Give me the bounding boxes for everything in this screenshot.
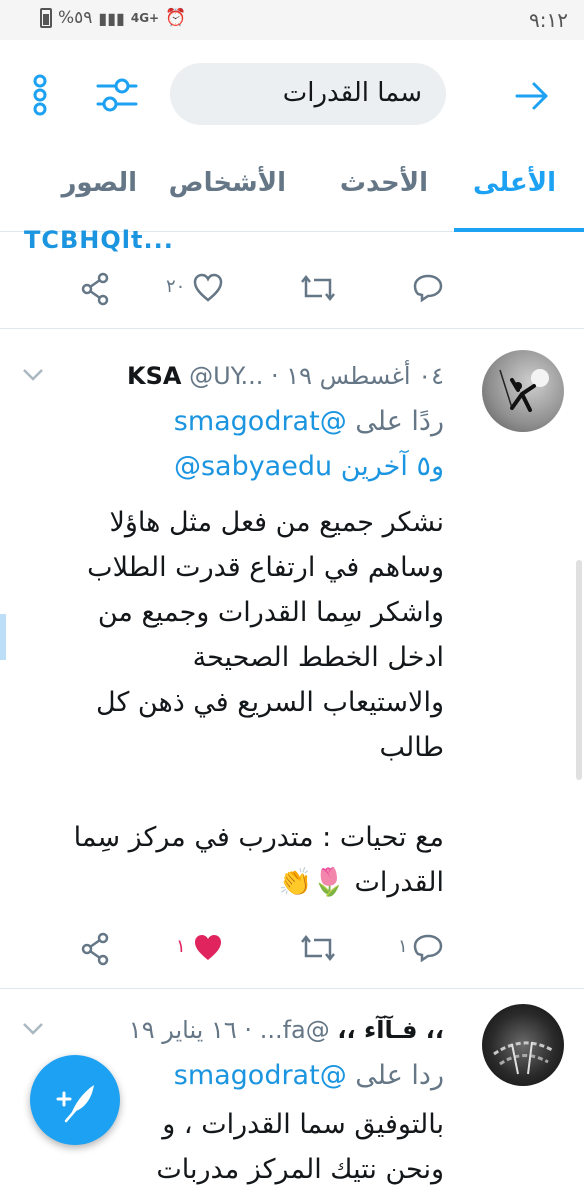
back-arrow-icon[interactable] (514, 80, 550, 112)
network-type: 4G+ (130, 11, 160, 25)
avatar[interactable] (482, 350, 564, 432)
battery-icon (40, 8, 52, 28)
reply-context-2: @sabyaedu و٥ آخرين (174, 451, 444, 482)
search-input[interactable]: سما القدرات (170, 63, 446, 125)
tab-photos[interactable]: الصور (61, 168, 137, 198)
filter-settings-icon[interactable] (96, 76, 138, 114)
status-bar: %٥٩ ▮▮▮ 4G+ ⏰ ٩:١٢ (0, 0, 584, 40)
author-name[interactable]: ،، فـآآء ،، (337, 1016, 444, 1044)
retweet-icon[interactable] (300, 272, 336, 304)
tweet-divider (0, 988, 584, 989)
avatar-image (499, 369, 549, 412)
signal-icon: ▮▮▮ (98, 8, 125, 28)
tab-latest[interactable]: الأحدث (340, 168, 428, 198)
reply-context: ردًا على @smagodrat (174, 406, 444, 437)
reply-icon[interactable] (412, 932, 444, 964)
mention-link[interactable]: @sabyaedu (174, 451, 332, 482)
like-count: ١ (176, 936, 186, 957)
alarm-icon: ⏰ (165, 8, 187, 28)
mention-link[interactable]: @smagodrat (174, 1060, 347, 1091)
previous-tweet-actions: ٢٠ (0, 266, 584, 316)
status-time: ٩:١٢ (529, 8, 568, 32)
status-left: %٥٩ ▮▮▮ 4G+ ⏰ (40, 8, 186, 28)
tweet-divider (0, 328, 584, 329)
tweet-date: ١٦ يناير ١٩ (128, 1016, 237, 1044)
chevron-down-icon[interactable] (22, 1022, 44, 1036)
chevron-down-icon[interactable] (22, 368, 44, 382)
tweet-text: نشكر جميع من فعل مثل هاؤلا وساهم في ارتف… (73, 507, 444, 898)
search-header: سما القدرات (0, 40, 584, 150)
reply-count: ١ (398, 936, 408, 957)
others-link[interactable]: و٥ آخرين (341, 451, 444, 482)
search-tabs: الأعلى الأحدث الأشخاص الصور (0, 150, 584, 232)
compose-tweet-button[interactable] (30, 1055, 120, 1145)
author-name[interactable]: KSA (127, 362, 181, 390)
tweet-date: ٠٤ أغسطس ١٩ (286, 362, 444, 390)
reply-prefix: ردا على (355, 1060, 444, 1091)
retweet-icon[interactable] (300, 932, 336, 964)
tweet-meta: KSA @UY... · ٠٤ أغسطس ١٩ (127, 362, 444, 390)
like-count: ٢٠ (166, 276, 186, 297)
tab-people[interactable]: الأشخاص (169, 168, 286, 198)
reply-prefix: ردًا على (355, 406, 444, 437)
like-icon[interactable] (192, 272, 224, 304)
scrollbar[interactable] (576, 560, 582, 780)
edge-panel-handle[interactable] (0, 614, 6, 660)
compose-feather-icon (56, 1085, 94, 1123)
avatar[interactable] (482, 1004, 564, 1086)
tweet-actions: ١ ١ (0, 926, 584, 976)
battery-level: %٥٩ (58, 8, 93, 28)
author-handle[interactable]: @UY... (189, 362, 263, 390)
avatar-image (493, 1041, 553, 1075)
tab-top[interactable]: الأعلى (473, 168, 556, 198)
tweet-meta: ،، فـآآء ،، @fa... · ١٦ يناير ١٩ (129, 1016, 444, 1044)
liked-heart-icon[interactable] (192, 932, 224, 964)
meta-separator: · (270, 362, 279, 390)
author-handle[interactable]: @fa... (260, 1016, 330, 1044)
more-options-icon[interactable] (28, 73, 52, 117)
share-icon[interactable] (80, 272, 110, 306)
search-query: سما القدرات (282, 78, 422, 108)
meta-separator: · (244, 1016, 253, 1044)
previous-tweet-link[interactable]: TCBHQlt... (24, 226, 174, 254)
mention-link[interactable]: @smagodrat (174, 406, 347, 437)
share-icon[interactable] (80, 932, 110, 966)
active-tab-indicator (454, 228, 584, 232)
reply-icon[interactable] (412, 272, 444, 304)
reply-context: ردا على @smagodrat (174, 1060, 444, 1091)
